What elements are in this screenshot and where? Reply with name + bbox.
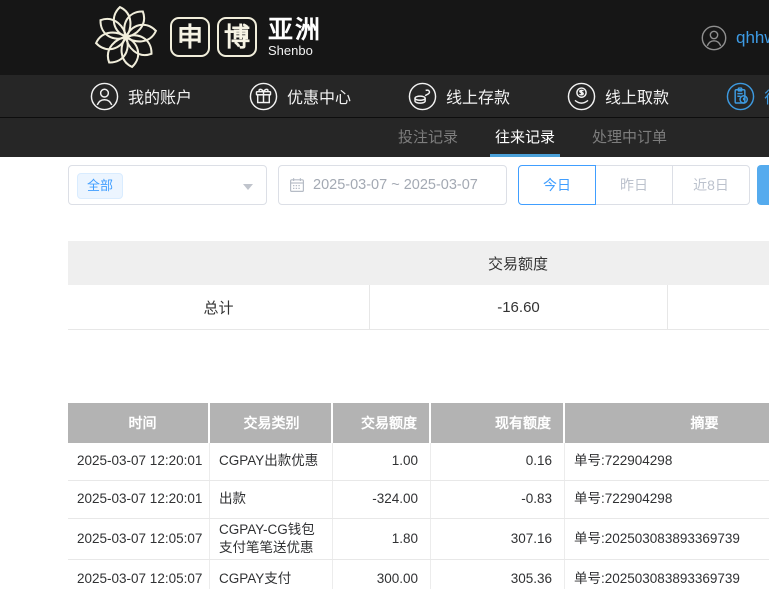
cell-type: CGPAY支付 [210, 560, 333, 589]
cell-summary: 单号:722904298 [565, 443, 769, 480]
user-avatar-icon [701, 25, 727, 51]
summary-empty-cell [667, 285, 769, 329]
logo[interactable]: 申 博 亚洲 Shenbo [92, 3, 322, 71]
cell-type: 出款 [210, 481, 333, 518]
logo-region-text: 亚洲 [268, 17, 322, 43]
deposit-icon [408, 82, 437, 111]
logo-subtitle: Shenbo [268, 43, 322, 58]
nav-item-online-deposit[interactable]: 线上存款 [408, 82, 510, 111]
user-account-area: qhhw [701, 25, 769, 51]
cell-balance: -0.83 [431, 481, 565, 518]
calendar-icon [289, 177, 305, 193]
nav-item-label: 线上取款 [605, 84, 669, 108]
selected-filter-tag: 全部 [77, 173, 123, 199]
cell-summary: 单号:722904298 [565, 481, 769, 518]
table-row: 2025-03-07 12:05:07 CGPAY-CG钱包支付笔笔送优惠 1.… [68, 519, 769, 560]
cell-amount: -324.00 [333, 481, 431, 518]
nav-item-label: 我的账户 [128, 84, 192, 108]
table-row: 2025-03-07 12:05:07 CGPAY支付 300.00 305.3… [68, 560, 769, 589]
nav-item-label: 优惠中心 [287, 84, 351, 108]
gift-icon [249, 82, 278, 111]
sub-nav: 投注记录 往来记录 处理中订单 [0, 117, 769, 157]
cell-amount: 1.00 [333, 443, 431, 480]
quick-date-buttons: 今日 昨日 近8日 [518, 165, 750, 205]
column-header-time: 时间 [68, 403, 210, 443]
date-range-input[interactable]: 2025-03-07 ~ 2025-03-07 [278, 165, 507, 205]
cell-type: CGPAY出款优惠 [210, 443, 333, 480]
search-button[interactable] [757, 165, 769, 205]
summary-total-row: 总计 -16.60 [68, 285, 769, 330]
records-icon [726, 82, 755, 111]
column-header-balance: 现有额度 [431, 403, 565, 443]
table-row: 2025-03-07 12:20:01 出款 -324.00 -0.83 单号:… [68, 481, 769, 519]
cell-time: 2025-03-07 12:20:01 [68, 443, 210, 480]
column-header-summary: 摘要 [565, 403, 769, 443]
summary-total-label: 总计 [68, 285, 369, 329]
subnav-tab-processing-orders[interactable]: 处理中订单 [587, 118, 672, 157]
caret-down-icon [243, 184, 253, 190]
nav-item-promotions[interactable]: 优惠中心 [249, 82, 351, 111]
cell-type: CGPAY-CG钱包支付笔笔送优惠 [210, 519, 333, 559]
cell-balance: 0.16 [431, 443, 565, 480]
cell-amount: 1.80 [333, 519, 431, 559]
nav-item-my-account[interactable]: 我的账户 [90, 82, 192, 111]
column-header-amount: 交易额度 [333, 403, 431, 443]
records-table-header: 时间 交易类别 交易额度 现有额度 摘要 [68, 403, 769, 443]
main-nav: 我的账户 优惠中心 [0, 75, 769, 117]
table-row: 2025-03-07 12:20:01 CGPAY出款优惠 1.00 0.16 … [68, 443, 769, 481]
withdraw-icon [567, 82, 596, 111]
summary-header-label: 交易额度 [369, 241, 667, 285]
nav-item-label: 往来记录 [764, 84, 769, 108]
nav-item-online-withdrawal[interactable]: 线上取款 [567, 82, 669, 111]
account-icon [90, 82, 119, 111]
cell-summary: 单号:202503083893369739 [565, 560, 769, 589]
cell-balance: 305.36 [431, 560, 565, 589]
summary-table-header: 交易额度 [68, 241, 769, 285]
summary-table: 交易额度 总计 -16.60 [68, 241, 769, 330]
logo-char-bo: 博 [217, 17, 257, 57]
summary-total-value: -16.60 [369, 285, 667, 329]
page: 申 博 亚洲 Shenbo qhhw [0, 0, 769, 589]
cell-summary: 单号:202503083893369739 [565, 519, 769, 559]
nav-item-label: 线上存款 [446, 84, 510, 108]
type-filter-select[interactable]: 全部 [68, 165, 267, 205]
cell-time: 2025-03-07 12:05:07 [68, 519, 210, 559]
subnav-tab-transaction-records[interactable]: 往来记录 [490, 118, 560, 157]
cell-time: 2025-03-07 12:20:01 [68, 481, 210, 518]
logo-char-shen: 申 [170, 17, 210, 57]
date-range-value: 2025-03-07 ~ 2025-03-07 [313, 177, 478, 193]
top-header: 申 博 亚洲 Shenbo qhhw [0, 0, 769, 75]
cell-amount: 300.00 [333, 560, 431, 589]
subnav-tab-betting-records[interactable]: 投注记录 [393, 118, 463, 157]
today-button[interactable]: 今日 [518, 165, 596, 205]
flower-logo-icon [92, 3, 160, 71]
column-header-type: 交易类别 [210, 403, 333, 443]
last-8-days-button[interactable]: 近8日 [672, 165, 750, 205]
records-table-body: 2025-03-07 12:20:01 CGPAY出款优惠 1.00 0.16 … [68, 443, 769, 589]
yesterday-button[interactable]: 昨日 [595, 165, 673, 205]
records-table: 时间 交易类别 交易额度 现有额度 摘要 2025-03-07 12:20:01… [68, 403, 769, 589]
cell-balance: 307.16 [431, 519, 565, 559]
nav-item-transaction-records[interactable]: 往来记录 [726, 82, 769, 111]
cell-time: 2025-03-07 12:05:07 [68, 560, 210, 589]
username-link[interactable]: qhhw [736, 28, 769, 48]
